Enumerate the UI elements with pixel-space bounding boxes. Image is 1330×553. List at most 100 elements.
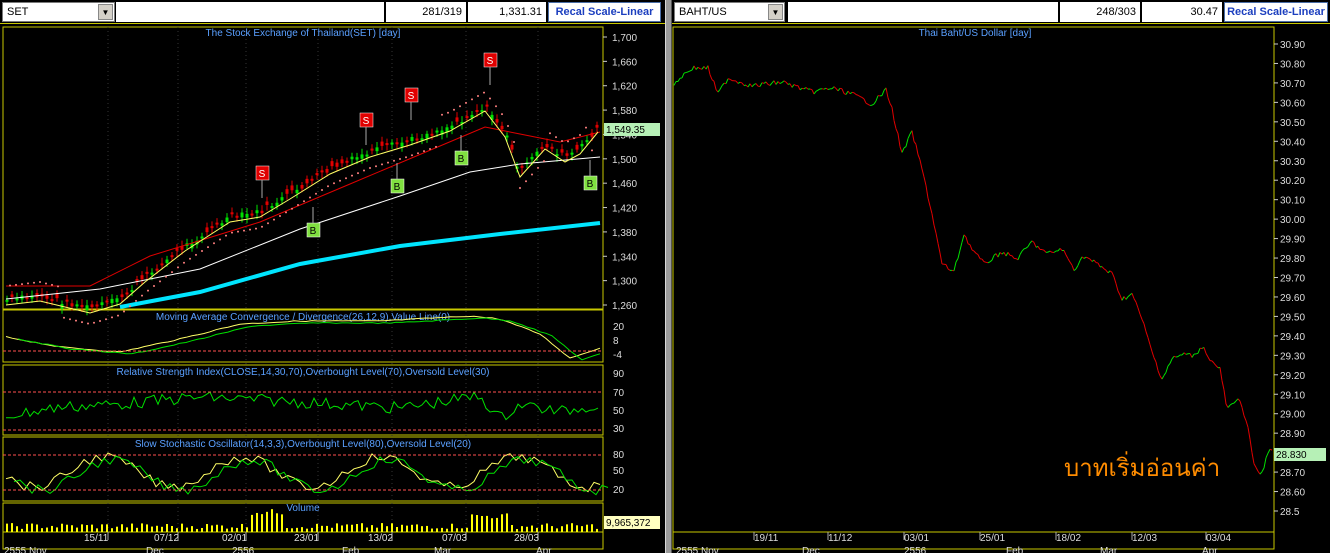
baht-symbol-select[interactable]: BAHT/US ▼ xyxy=(674,2,785,22)
price-segment xyxy=(887,97,891,104)
volume-bar xyxy=(241,523,243,532)
price-segment xyxy=(759,82,763,87)
candle-body xyxy=(210,226,214,229)
rsi-tick-label: 50 xyxy=(613,406,625,417)
sar-dot xyxy=(171,271,173,274)
sar-dot xyxy=(189,257,191,260)
price-segment xyxy=(953,261,957,271)
candle-body xyxy=(500,125,504,130)
stoch-k-line xyxy=(5,452,601,493)
sar-dot xyxy=(51,283,53,286)
price-tick-label: 28.70 xyxy=(1280,468,1305,479)
sar-dot xyxy=(105,318,107,321)
price-segment xyxy=(911,130,915,142)
date-label: 11/12 xyxy=(828,533,853,544)
price-tick-label: 29.30 xyxy=(1280,351,1305,362)
baht-empty-field xyxy=(788,2,1058,22)
candle-body xyxy=(575,144,579,150)
price-segment xyxy=(1093,259,1097,263)
candle-body xyxy=(280,197,284,201)
sar-dot xyxy=(525,180,527,183)
candle-body xyxy=(505,135,509,138)
baht-chart-pane: BAHT/US ▼ 248/303 30.47 Recal Scale-Line… xyxy=(672,0,1330,553)
sar-dot xyxy=(147,289,149,292)
pane-splitter[interactable] xyxy=(665,0,672,553)
price-segment xyxy=(677,77,681,82)
date-label: 25/01 xyxy=(980,533,1005,544)
volume-bar xyxy=(111,528,113,532)
volume-bar xyxy=(136,527,138,532)
price-segment xyxy=(1029,240,1033,244)
price-segment xyxy=(899,146,903,153)
sar-dot xyxy=(453,108,455,111)
candle-body xyxy=(105,300,109,303)
volume-bar xyxy=(191,526,193,532)
chevron-down-icon[interactable]: ▼ xyxy=(98,4,113,20)
sar-dot xyxy=(207,246,209,249)
price-segment xyxy=(1109,270,1113,273)
sar-dot xyxy=(237,230,239,233)
date-label: 02/01 xyxy=(222,533,247,544)
signal-label: B xyxy=(310,226,317,237)
price-segment xyxy=(1117,290,1121,296)
price-segment xyxy=(685,71,689,74)
volume-bar xyxy=(11,523,13,532)
volume-bar xyxy=(171,525,173,532)
macd-tick-label: 20 xyxy=(613,322,625,333)
volume-bar xyxy=(121,524,123,532)
volume-bar xyxy=(146,524,148,532)
price-segment xyxy=(1111,272,1115,278)
volume-bar xyxy=(521,526,523,532)
volume-bar xyxy=(141,523,143,532)
price-segment xyxy=(809,88,813,91)
date-label: 03/01 xyxy=(904,533,929,544)
candle-body xyxy=(535,151,539,156)
volume-bar xyxy=(196,528,198,532)
candle-body xyxy=(5,299,9,302)
sar-dot xyxy=(261,225,263,228)
price-segment xyxy=(871,103,875,106)
price-segment xyxy=(1177,354,1181,357)
candle-body xyxy=(570,152,574,155)
price-segment xyxy=(777,81,781,84)
set-price-axis: 1,7001,6601,6201,5801,5401,5001,4601,420… xyxy=(603,33,637,312)
chevron-down-icon[interactable]: ▼ xyxy=(768,4,783,20)
price-segment xyxy=(1185,353,1189,355)
candle-body xyxy=(175,248,179,251)
set-symbol-select[interactable]: SET ▼ xyxy=(2,2,115,22)
volume-bar xyxy=(46,527,48,532)
volume-bar xyxy=(176,528,178,532)
price-segment xyxy=(1077,260,1081,266)
price-segment xyxy=(959,242,963,251)
volume-bar xyxy=(221,525,223,532)
price-segment xyxy=(973,250,977,254)
sar-dot xyxy=(387,161,389,164)
price-tick-label: 29.90 xyxy=(1280,235,1305,246)
price-segment xyxy=(1103,268,1107,271)
candle-body xyxy=(260,210,264,214)
price-segment xyxy=(1107,270,1111,274)
price-segment xyxy=(749,83,753,88)
candle-body xyxy=(285,189,289,194)
baht-chart-canvas[interactable]: Thai Baht/US Dollar [day] 30.90 30.80 30.7… xyxy=(672,24,1330,553)
volume-bar xyxy=(61,523,63,532)
price-segment xyxy=(803,87,807,90)
price-segment xyxy=(813,90,817,95)
candle-body xyxy=(520,165,524,168)
price-segment xyxy=(1119,294,1123,301)
set-chart-canvas[interactable]: The Stock Exchange of Thailand(SET) [day… xyxy=(0,24,665,553)
price-segment xyxy=(761,82,765,84)
set-recal-scale-button[interactable]: Recal Scale-Linear xyxy=(548,2,661,22)
price-segment xyxy=(823,87,827,90)
baht-recal-scale-button[interactable]: Recal Scale-Linear xyxy=(1224,2,1328,22)
sar-dot xyxy=(405,156,407,159)
sar-dot xyxy=(33,281,35,284)
price-segment xyxy=(889,103,893,108)
sar-dot xyxy=(561,140,563,143)
sar-dot xyxy=(507,125,509,127)
candle-body xyxy=(465,116,469,119)
price-segment xyxy=(681,72,685,79)
price-segment xyxy=(969,244,973,251)
sar-dot xyxy=(297,204,299,206)
price-tick-label: 30.10 xyxy=(1280,196,1305,207)
